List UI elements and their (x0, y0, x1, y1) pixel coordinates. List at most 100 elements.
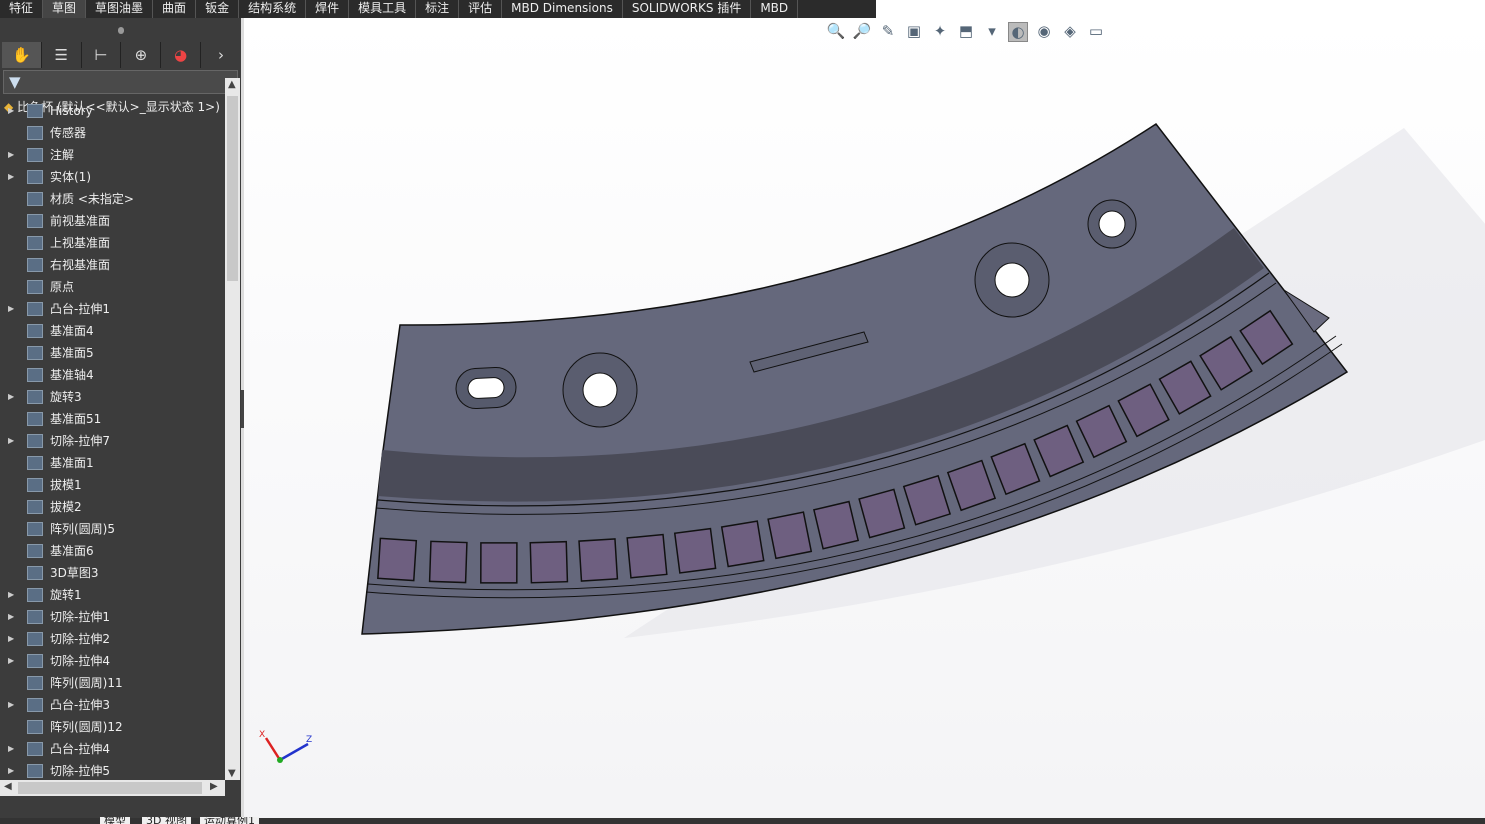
expand-arrow-icon[interactable]: ▶ (8, 584, 14, 606)
previous-view-icon[interactable]: ✎ (878, 22, 898, 42)
tree-item[interactable]: 基准面51 (0, 408, 226, 430)
dimxpert-icon[interactable]: ⊕ (121, 42, 162, 68)
expand-arrow-icon[interactable]: ▶ (8, 430, 14, 452)
configuration-manager-icon[interactable]: ⊢ (82, 42, 122, 68)
tree-item[interactable]: 原点 (0, 276, 226, 298)
tab-0[interactable]: 特征 (0, 0, 44, 18)
tab-1[interactable]: 草图 (43, 0, 87, 18)
tree-item-label: 材质 <未指定> (50, 192, 134, 206)
tab-3d-view[interactable]: 3D 视图 (142, 817, 191, 824)
tree-item[interactable]: ▶ 实体(1) (0, 166, 226, 188)
tree-item[interactable]: 上视基准面 (0, 232, 226, 254)
tree-item-label: 凸台-拉伸3 (50, 698, 110, 712)
tree-item[interactable]: ▶ 注解 (0, 144, 226, 166)
coordinate-triad: X Z (259, 730, 312, 763)
more-tabs-icon[interactable]: › (201, 42, 241, 68)
expand-arrow-icon[interactable]: ▶ (8, 650, 14, 672)
expand-arrow-icon[interactable]: ▶ (8, 144, 14, 166)
tab-4[interactable]: 钣金 (196, 0, 240, 18)
tree-item[interactable]: 基准面5 (0, 342, 226, 364)
tab-10[interactable]: MBD Dimensions (502, 0, 623, 18)
tab-5[interactable]: 结构系统 (239, 0, 307, 18)
tree-item[interactable]: 阵列(圆周)11 (0, 672, 226, 694)
panel-grip[interactable] (0, 18, 241, 42)
view-orientation-icon[interactable]: ⬒ (956, 22, 976, 42)
cut-extrude-icon (27, 434, 43, 448)
tree-item-label: 基准面1 (50, 456, 94, 470)
annotation-icon (27, 148, 43, 162)
tree-item[interactable]: ▶ 切除-拉伸7 (0, 430, 226, 452)
tab-9[interactable]: 评估 (459, 0, 503, 18)
expand-arrow-icon[interactable]: ▶ (8, 166, 14, 188)
section-view-icon[interactable]: ▣ (904, 22, 924, 42)
feature-manager-icon[interactable]: ✋ (2, 42, 42, 68)
tab-3[interactable]: 曲面 (153, 0, 197, 18)
graphics-area[interactable] (244, 18, 1485, 818)
expand-arrow-icon[interactable]: ▶ (8, 694, 14, 716)
tree-item[interactable]: ▶ 凸台-拉伸4 (0, 738, 226, 760)
apply-scene-icon[interactable]: ◈ (1060, 22, 1080, 42)
tab-7[interactable]: 模具工具 (349, 0, 417, 18)
zoom-to-fit-icon[interactable]: 🔍 (826, 22, 846, 42)
material-icon (27, 192, 43, 206)
tree-item[interactable]: 阵列(圆周)12 (0, 716, 226, 738)
tree-item[interactable]: 材质 <未指定> (0, 188, 226, 210)
tree-item[interactable]: 基准面1 (0, 452, 226, 474)
tab-6[interactable]: 焊件 (306, 0, 350, 18)
tree-item[interactable]: ▶ History (0, 100, 226, 122)
tab-2[interactable]: 草图油墨 (86, 0, 154, 18)
tree-item-label: 原点 (50, 280, 75, 294)
tab-motion-study[interactable]: 运动算例1 (200, 817, 259, 824)
scroll-thumb[interactable] (18, 782, 202, 794)
tree-item[interactable]: 基准轴4 (0, 364, 226, 386)
tree-item-label: 基准面51 (50, 412, 102, 426)
tree-item[interactable]: 3D草图3 (0, 562, 226, 584)
tree-item[interactable]: ▶ 切除-拉伸2 (0, 628, 226, 650)
zoom-to-area-icon[interactable]: 🔎 (852, 22, 872, 42)
tree-item[interactable]: 传感器 (0, 122, 226, 144)
tab-12[interactable]: MBD (751, 0, 799, 18)
filter-icon[interactable]: ▼ (3, 70, 238, 94)
expand-arrow-icon[interactable]: ▶ (8, 760, 14, 782)
hide-show-icon[interactable]: ◐ (1008, 22, 1028, 42)
circular-pattern-icon (27, 720, 43, 734)
expand-arrow-icon[interactable]: ▶ (8, 628, 14, 650)
view-settings-icon[interactable]: ▭ (1086, 22, 1106, 42)
expand-arrow-icon[interactable]: ▶ (8, 386, 14, 408)
tree-item[interactable]: 拔模1 (0, 474, 226, 496)
tree-item[interactable]: ▶ 旋转1 (0, 584, 226, 606)
tree-item[interactable]: ▶ 切除-拉伸1 (0, 606, 226, 628)
horizontal-scrollbar[interactable]: ◀ ▶ (0, 780, 225, 796)
tree-item[interactable]: 基准面6 (0, 540, 226, 562)
tree-item[interactable]: 拔模2 (0, 496, 226, 518)
tab-model[interactable]: 模型 (100, 817, 130, 824)
expand-arrow-icon[interactable]: ▶ (8, 738, 14, 760)
tree-item[interactable]: ▶ 切除-拉伸4 (0, 650, 226, 672)
tree-item[interactable]: 阵列(圆周)5 (0, 518, 226, 540)
tab-11[interactable]: SOLIDWORKS 插件 (623, 0, 752, 18)
tree-item[interactable]: ▶ 旋转3 (0, 386, 226, 408)
tree-item[interactable]: 前视基准面 (0, 210, 226, 232)
expand-arrow-icon[interactable]: ▶ (8, 606, 14, 628)
scroll-thumb[interactable] (227, 96, 238, 281)
display-style-icon[interactable]: ▾ (982, 22, 1002, 42)
feature-tree: ▶ History 传感器 ▶ 注解 ▶ 实体(1) 材质 <未指定> 前视基准面 上视基准面 右视… (0, 100, 226, 782)
tree-item[interactable]: ▶ 凸台-拉伸1 (0, 298, 226, 320)
display-manager-icon[interactable]: ◕ (161, 42, 202, 68)
edit-appearance-icon[interactable]: ◉ (1034, 22, 1054, 42)
dynamic-annotation-icon[interactable]: ✦ (930, 22, 950, 42)
tree-item-label: 凸台-拉伸4 (50, 742, 110, 756)
tree-item[interactable]: 右视基准面 (0, 254, 226, 276)
property-manager-icon[interactable]: ☰ (42, 42, 82, 68)
expand-arrow-icon[interactable]: ▶ (8, 298, 14, 320)
expand-arrow-icon[interactable]: ▶ (8, 100, 14, 122)
tree-item[interactable]: 基准面4 (0, 320, 226, 342)
tree-item[interactable]: ▶ 凸台-拉伸3 (0, 694, 226, 716)
sensor-icon (27, 126, 43, 140)
cut-extrude-icon (27, 632, 43, 646)
tab-8[interactable]: 标注 (416, 0, 460, 18)
model-slot (767, 511, 813, 560)
x-axis-label: X (259, 730, 265, 740)
tree-item[interactable]: ▶ 切除-拉伸5 (0, 760, 226, 782)
vertical-scrollbar[interactable]: ▲ ▼ (225, 78, 240, 780)
